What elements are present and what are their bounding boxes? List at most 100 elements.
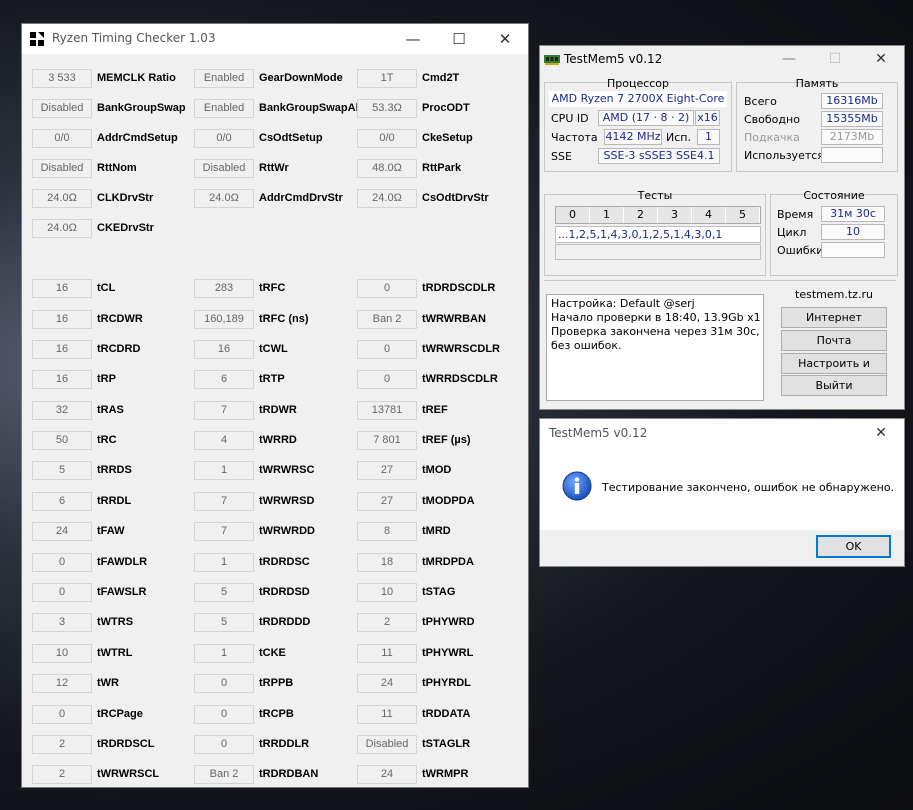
timing-value-tmrdpda: 18	[357, 553, 417, 572]
timing-value-tstag: 10	[357, 583, 417, 602]
timing-label-rttnom: RttNom	[97, 162, 137, 174]
memory-group-title: Память	[795, 77, 839, 90]
inuse-label: Используется	[744, 149, 824, 162]
timing-value-tphywrd: 2	[357, 613, 417, 632]
timing-label-csodtdrvstr: CsOdtDrvStr	[422, 192, 489, 204]
timing-value-trcpb: 0	[194, 705, 254, 724]
maximize-icon[interactable]: ☐	[436, 24, 482, 54]
rtc-titlebar[interactable]: Ryzen Timing Checker 1.03 — ☐ ✕	[22, 24, 528, 54]
timing-value-memclk-ratio: 3 533	[32, 69, 92, 88]
log-textarea[interactable]: Настройка: Default @serj Начало проверки …	[546, 294, 764, 401]
sse-label: SSE	[551, 150, 572, 163]
timing-label-twrwrscdlr: tWRWRSCDLR	[422, 343, 501, 355]
mail-button[interactable]: Почта	[781, 330, 887, 351]
dialog-message: Тестирование закончено, ошибок не обнару…	[602, 481, 895, 494]
timing-label-twtrs: tWTRS	[97, 616, 134, 628]
timing-label-memclk-ratio: MEMCLK Ratio	[97, 72, 176, 84]
app-icon	[29, 31, 45, 47]
setup-exit-button[interactable]: Настроить и выйти	[781, 353, 887, 389]
timing-label-tstaglr: tSTAGLR	[422, 738, 471, 750]
timing-value-trp: 16	[32, 370, 92, 389]
timing-label-trfc: tRFC	[259, 282, 286, 294]
timing-value-twrmpr: 24	[357, 765, 417, 784]
timing-label-tstag: tSTAG	[422, 586, 456, 598]
maximize-icon: ☐	[828, 51, 842, 67]
timing-label-trc: tRC	[97, 434, 117, 446]
minimize-icon[interactable]: —	[766, 46, 812, 73]
tm-titlebar[interactable]: TestMem5 v0.12 — ☐ ✕	[540, 46, 904, 73]
timing-value-trdrdscl: 2	[32, 735, 92, 754]
timing-label-addrcmdsetup: AddrCmdSetup	[97, 132, 178, 144]
internet-button[interactable]: Интернет	[781, 307, 887, 328]
timing-value-trdrdban: Ban 2	[194, 765, 254, 784]
timing-label-trcdrd: tRCDRD	[97, 343, 141, 355]
timing-value-cmd2t: 1T	[357, 69, 417, 88]
timing-label-twrwrsc: tWRWRSC	[259, 464, 315, 476]
timing-value-addrcmdsetup: 0/0	[32, 129, 92, 148]
timing-label-trfc-ns: tRFC (ns)	[259, 313, 309, 325]
timing-value-tcke: 1	[194, 644, 254, 663]
timing-label-trrds: tRRDS	[97, 464, 132, 476]
close-icon[interactable]: ✕	[858, 46, 904, 73]
timing-value-trc: 50	[32, 431, 92, 450]
timing-label-trrddlr: tRRDDLR	[259, 738, 310, 750]
close-icon[interactable]: ✕	[858, 419, 904, 447]
total-label: Всего	[744, 95, 777, 108]
log-line: без ошибок.	[551, 339, 622, 352]
timing-value-tstaglr: Disabled	[357, 735, 417, 754]
timing-label-cmd2t: Cmd2T	[422, 72, 460, 84]
timing-label-ckedrvstr: CKEDrvStr	[97, 222, 154, 234]
test-number-5: 5	[726, 207, 760, 223]
close-icon[interactable]: ✕	[482, 24, 528, 54]
timing-value-ckedrvstr: 24.0Ω	[32, 219, 92, 238]
exit-button[interactable]: Выйти	[781, 375, 887, 396]
timing-label-tfawslr: tFAWSLR	[97, 586, 147, 598]
cycle-label: Цикл	[777, 226, 807, 239]
timing-value-trdrddd: 5	[194, 613, 254, 632]
timing-value-trcpage: 0	[32, 705, 92, 724]
timing-label-trtp: tRTP	[259, 373, 285, 385]
timing-value-twrwrscdlr: 0	[357, 340, 417, 359]
timing-label-tcke: tCKE	[259, 647, 286, 659]
timing-value-trdwr: 7	[194, 401, 254, 420]
timing-label-tfaw: tFAW	[97, 525, 125, 537]
timing-value-trppb: 0	[194, 674, 254, 693]
cpu-threads: x16	[695, 110, 720, 126]
sse-value: SSE-3 sSSE3 SSE4.1	[598, 148, 720, 164]
timing-value-csodtsetup: 0/0	[194, 129, 254, 148]
timing-value-tmodpda: 27	[357, 492, 417, 511]
test-progress	[555, 244, 761, 260]
free-value: 15355Mb	[821, 111, 883, 127]
timing-label-trdrdscl: tRDRDSCL	[97, 738, 155, 750]
timing-value-twrrd: 4	[194, 431, 254, 450]
cpu-name: AMD Ryzen 7 2700X Eight-Core	[549, 91, 727, 107]
timing-value-trrdl: 6	[32, 492, 92, 511]
timing-label-ckesetup: CkeSetup	[422, 132, 473, 144]
timing-label-trcpb: tRCPB	[259, 708, 294, 720]
timing-label-twrwrban: tWRWRBAN	[422, 313, 486, 325]
timing-label-tmodpda: tMODPDA	[422, 495, 475, 507]
info-icon	[562, 471, 592, 501]
ryzen-timing-checker-window: Ryzen Timing Checker 1.03 — ☐ ✕ 3 533 MEM…	[21, 23, 529, 788]
dialog-titlebar[interactable]: TestMem5 v0.12 ✕	[540, 419, 904, 447]
timing-label-twrwrscl: tWRWRSCL	[97, 768, 160, 780]
ok-button[interactable]: OK	[816, 535, 891, 558]
timing-label-trdrddd: tRDRDDD	[259, 616, 311, 628]
log-line: Проверка закончена через 31м 30с,	[551, 325, 760, 338]
timing-value-tref: 13781	[357, 401, 417, 420]
timing-label-trdrdsc: tRDRDSC	[259, 556, 310, 568]
result-dialog: TestMem5 v0.12 ✕ Тестирование закончено,…	[539, 418, 905, 567]
time-label: Время	[777, 208, 814, 221]
ram-icon	[544, 55, 560, 65]
free-label: Свободно	[744, 113, 800, 126]
timing-label-tras: tRAS	[97, 404, 124, 416]
timing-value-tfawslr: 0	[32, 583, 92, 602]
timing-label-tcwl: tCWL	[259, 343, 288, 355]
timing-value-trdrdsc: 1	[194, 553, 254, 572]
cpu-used-label: Исп.	[666, 131, 691, 144]
minimize-icon[interactable]: —	[390, 24, 436, 54]
timing-label-trrdl: tRRDL	[97, 495, 132, 507]
cpuid-label: CPU ID	[551, 112, 589, 125]
freq-label: Частота	[551, 131, 598, 144]
timing-value-trdrdscdlr: 0	[357, 279, 417, 298]
